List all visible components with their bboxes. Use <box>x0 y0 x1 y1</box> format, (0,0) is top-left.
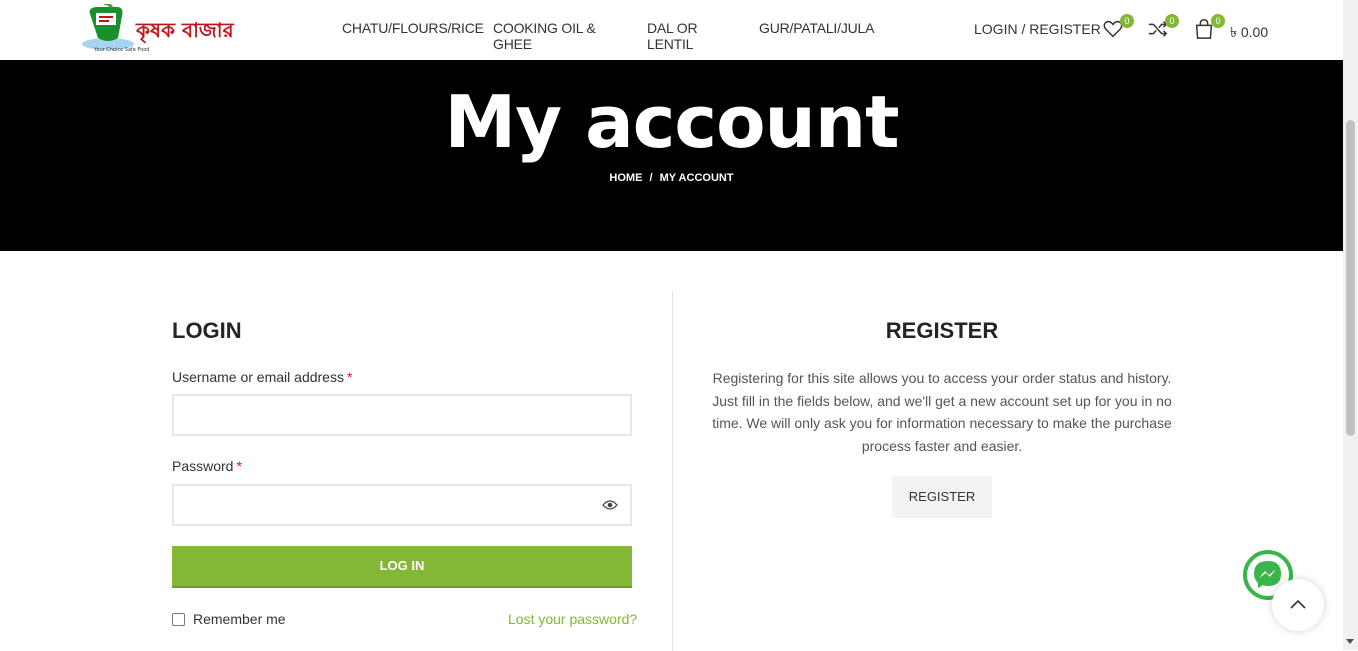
nav-item-gur-patali-jula[interactable]: GUR/PATALI/JULA <box>759 20 879 36</box>
remember-label: Remember me <box>193 611 286 627</box>
login-heading: LOGIN <box>172 318 242 343</box>
compare-count-badge: 0 <box>1165 14 1179 28</box>
breadcrumb-current: MY ACCOUNT <box>659 172 734 184</box>
site-header: কৃষক বাজার Your Choice Safe Food CHATU/F… <box>0 0 1343 60</box>
site-logo[interactable]: কৃষক বাজার Your Choice Safe Food <box>78 2 236 54</box>
username-input[interactable] <box>172 394 632 436</box>
nav-item-cooking-oil-ghee[interactable]: COOKING OIL & GHEE <box>493 20 633 52</box>
register-button[interactable]: REGISTER <box>892 476 992 518</box>
page-scrollbar[interactable] <box>1343 0 1358 650</box>
lost-password-link[interactable]: Lost your password? <box>508 611 637 627</box>
compare-button[interactable]: 0 <box>1147 14 1179 42</box>
breadcrumb-home-link[interactable]: HOME <box>609 172 642 184</box>
breadcrumb-separator: / <box>649 172 653 184</box>
scrollbar-thumb[interactable] <box>1346 120 1355 436</box>
cart-count-badge: 0 <box>1211 14 1225 28</box>
logo-text: কৃষক বাজার <box>135 18 235 43</box>
wishlist-button[interactable]: 0 <box>1102 14 1134 42</box>
eye-icon[interactable] <box>602 498 618 512</box>
cart-button[interactable]: 0 <box>1193 14 1225 42</box>
required-mark: * <box>236 458 242 474</box>
username-label: Username or email address * <box>172 369 352 385</box>
password-label-text: Password <box>172 458 234 474</box>
register-heading: REGISTER <box>885 318 999 343</box>
nav-item-chatu-flours-rice[interactable]: CHATU/FLOURS/RICE <box>342 20 484 36</box>
remember-checkbox[interactable] <box>172 612 185 626</box>
remember-me[interactable]: Remember me <box>172 611 286 627</box>
login-register-link[interactable]: LOGIN / REGISTER <box>974 21 1101 37</box>
chevron-up-icon <box>1290 599 1306 609</box>
password-input[interactable] <box>172 484 632 526</box>
nav-item-dal-or-lentil[interactable]: DAL OR LENTIL <box>647 20 747 52</box>
page-title: My account <box>444 80 900 164</box>
breadcrumb: HOME / MY ACCOUNT <box>0 172 1343 184</box>
logo-tagline: Your Choice Safe Food <box>93 47 149 53</box>
column-divider <box>672 291 673 651</box>
scroll-to-top-button[interactable] <box>1272 579 1324 631</box>
register-description: Registering for this site allows you to … <box>712 370 1172 454</box>
required-mark: * <box>346 369 353 385</box>
username-label-text: Username or email address <box>172 369 344 385</box>
scroll-down-arrow[interactable] <box>1346 639 1354 644</box>
cart-total[interactable]: ৳ 0.00 <box>1230 21 1268 45</box>
page-title-banner: My account HOME / MY ACCOUNT <box>0 60 1343 251</box>
wishlist-count-badge: 0 <box>1120 14 1134 28</box>
password-label: Password * <box>172 458 242 474</box>
login-button[interactable]: LOG IN <box>172 546 632 588</box>
